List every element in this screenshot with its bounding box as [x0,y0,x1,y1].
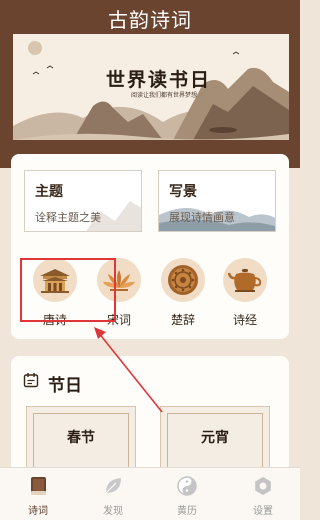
tab-label: 黄历 [177,506,197,517]
category-shijing[interactable]: 诗经 [221,258,269,328]
gear-icon [251,474,275,498]
festival-name: 元宵 [201,430,229,446]
theme-card-title: 主题 [35,184,63,200]
theme-card-desc: 展现诗情画意 [169,211,235,224]
tab-shici[interactable]: 诗词 [13,474,63,517]
bottom-tab-bar: 诗词 发现 黄历 设置 [0,467,300,520]
festival-name: 春节 [67,430,95,446]
festival-section-title: 节日 [48,376,82,396]
tab-label: 发现 [103,506,123,517]
tab-shezhi[interactable]: 设置 [238,474,288,517]
tab-huangli[interactable]: 黄历 [162,474,212,517]
yin-yang-icon [175,474,199,498]
leaf-icon [101,474,125,498]
category-chuci[interactable]: 楚辞 [159,258,207,328]
highlight-box [20,258,116,322]
tab-label: 设置 [253,506,273,517]
category-label: 诗经 [232,313,257,327]
app-title: 古韵诗词 [108,8,192,32]
teapot-icon [223,258,267,302]
tab-faxian[interactable]: 发现 [88,474,138,517]
festival-item-yuanxiao[interactable]: 元宵 [160,406,270,475]
calendar-icon [23,373,39,388]
theme-card-title: 写景 [169,184,197,200]
theme-card-desc: 诠释主题之美 [35,211,101,224]
book-icon [26,474,50,498]
festival-item-chunjie[interactable]: 春节 [26,406,136,475]
banner-title: 世界读书日 [106,69,212,91]
bronze-plate-icon [161,258,205,302]
theme-card-zhuti[interactable]: 主题 诠释主题之美 [24,170,142,232]
theme-card-xiejing[interactable]: 写景 展现诗情画意 [158,170,276,232]
tab-label: 诗词 [28,506,48,517]
category-label: 楚辞 [170,313,195,327]
banner[interactable]: 世界读书日 阅读让我们都有世界梦想 [13,34,289,140]
banner-subtitle: 阅读让我们都有世界梦想 [131,92,198,99]
